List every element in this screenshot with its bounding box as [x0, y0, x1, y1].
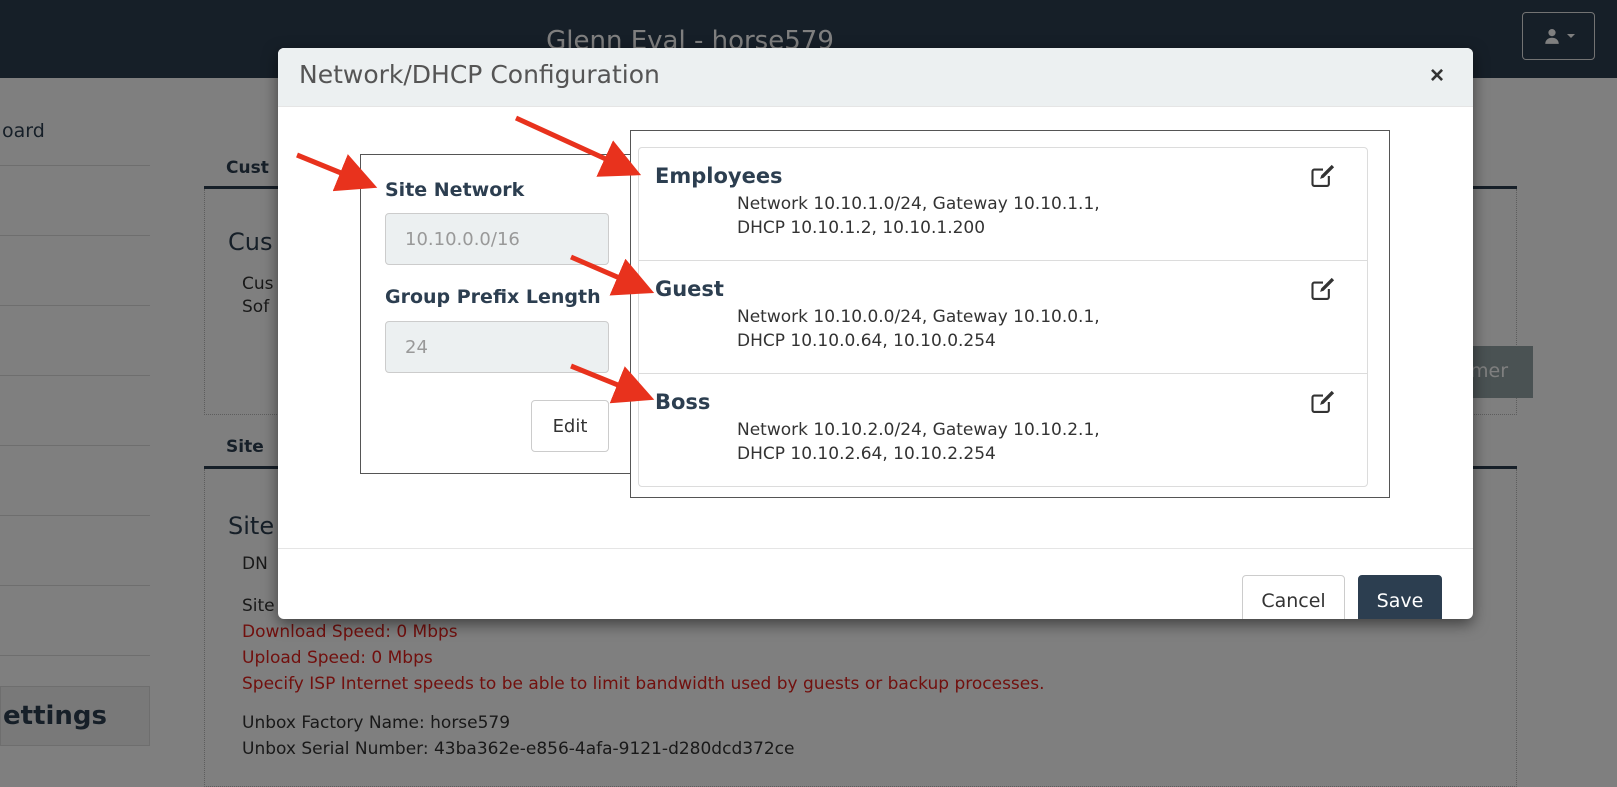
group-network: Network 10.10.2.0/24, Gateway 10.10.2.1,	[737, 420, 1100, 440]
close-icon[interactable]: ×	[1430, 62, 1444, 90]
site-network-panel: Site Network Group Prefix Length Edit	[360, 154, 635, 474]
group-prefix-label: Group Prefix Length	[385, 286, 601, 308]
modal-header: Network/DHCP Configuration ×	[278, 48, 1473, 107]
list-item: Boss Network 10.10.2.0/24, Gateway 10.10…	[639, 374, 1367, 487]
list-item: Guest Network 10.10.0.0/24, Gateway 10.1…	[639, 261, 1367, 374]
group-prefix-input[interactable]	[385, 321, 609, 373]
group-dhcp: DHCP 10.10.1.2, 10.10.1.200	[737, 218, 986, 238]
save-button[interactable]: Save	[1358, 575, 1442, 619]
groups-panel: Employees Network 10.10.1.0/24, Gateway …	[630, 130, 1390, 498]
group-list: Employees Network 10.10.1.0/24, Gateway …	[638, 147, 1368, 487]
modal-title: Network/DHCP Configuration	[299, 60, 660, 89]
edit-button[interactable]: Edit	[531, 400, 609, 452]
pencil-square-icon[interactable]	[1309, 275, 1337, 303]
group-name: Employees	[655, 164, 783, 188]
modal-footer: Cancel Save	[278, 548, 1473, 619]
group-name: Boss	[655, 390, 711, 414]
site-network-input[interactable]	[385, 213, 609, 265]
group-network: Network 10.10.1.0/24, Gateway 10.10.1.1,	[737, 194, 1100, 214]
network-dhcp-modal: Network/DHCP Configuration × Site Networ…	[278, 48, 1473, 619]
pencil-square-icon[interactable]	[1309, 388, 1337, 416]
group-name: Guest	[655, 277, 724, 301]
group-dhcp: DHCP 10.10.0.64, 10.10.0.254	[737, 331, 996, 351]
cancel-button[interactable]: Cancel	[1242, 575, 1345, 619]
group-dhcp: DHCP 10.10.2.64, 10.10.2.254	[737, 444, 996, 464]
list-item: Employees Network 10.10.1.0/24, Gateway …	[639, 148, 1367, 261]
pencil-square-icon[interactable]	[1309, 162, 1337, 190]
group-network: Network 10.10.0.0/24, Gateway 10.10.0.1,	[737, 307, 1100, 327]
site-network-label: Site Network	[385, 179, 525, 201]
